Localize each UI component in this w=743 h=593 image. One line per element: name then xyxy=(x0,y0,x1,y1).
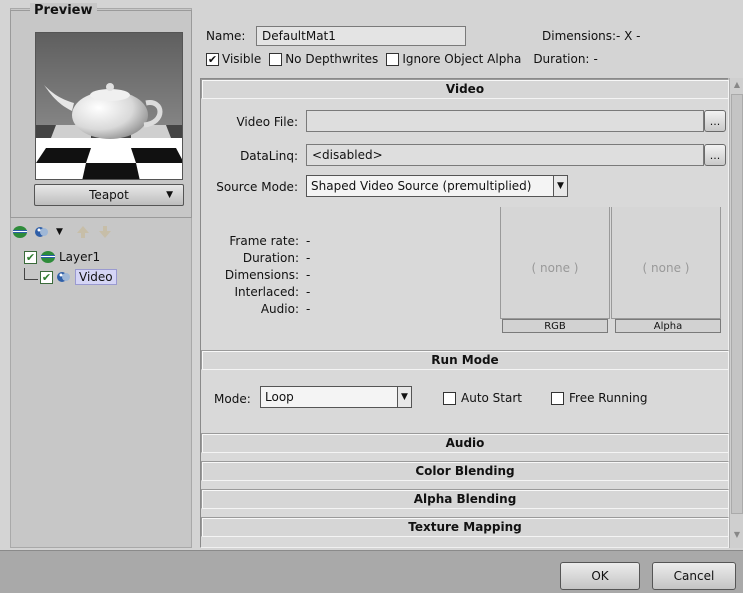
video-file-label: Video File: xyxy=(236,115,298,129)
add-media-icon[interactable] xyxy=(34,224,50,240)
tree-item-layer1[interactable]: ✔ Layer1 xyxy=(24,248,117,266)
preview-object-select-value: Teapot xyxy=(89,188,129,202)
material-preview-image[interactable] xyxy=(35,32,183,180)
header-options: ✔ Visible No Depthwrites Ignore Object A… xyxy=(206,52,598,66)
info-value: - xyxy=(306,251,311,265)
layer-tree: ✔ Layer1 ✔ Video xyxy=(24,248,117,286)
section-header-video[interactable]: Video xyxy=(201,79,729,99)
alpha-caption: Alpha xyxy=(615,319,721,333)
info-label: Duration: xyxy=(242,251,299,265)
chevron-down-icon: ▼ xyxy=(553,176,567,196)
rgb-preview-box: ( none ) xyxy=(500,207,610,319)
layer-toolbar: ▼ xyxy=(12,222,113,242)
section-header-audio[interactable]: Audio xyxy=(201,433,729,453)
info-label: Frame rate: xyxy=(229,234,299,248)
visible-label: Visible xyxy=(222,52,262,66)
free-running-label: Free Running xyxy=(569,391,648,405)
section-header-alpha-blending[interactable]: Alpha Blending xyxy=(201,489,729,509)
browse-dataling-button[interactable]: ... xyxy=(704,144,726,166)
no-depthwrites-label: No Depthwrites xyxy=(285,52,379,66)
add-media-dropdown-icon[interactable]: ▼ xyxy=(56,227,63,237)
free-running-checkbox[interactable] xyxy=(551,391,564,405)
name-input[interactable]: DefaultMat1 xyxy=(256,26,466,46)
tree-connector xyxy=(24,268,38,280)
info-value: - xyxy=(306,268,311,282)
layer1-checkbox[interactable]: ✔ xyxy=(24,250,37,264)
source-mode-label: Source Mode: xyxy=(216,180,298,194)
tree-item-video-label: Video xyxy=(75,269,117,285)
info-row-audio: Audio: - xyxy=(206,302,321,319)
name-label: Name: xyxy=(206,29,246,43)
info-row-interlaced: Interlaced: - xyxy=(206,285,321,302)
video-file-input[interactable] xyxy=(306,110,704,132)
vertical-scrollbar[interactable]: ▲ ▼ xyxy=(729,78,743,548)
mode-select-value: Loop xyxy=(265,390,294,404)
info-value: - xyxy=(306,285,311,299)
mode-select[interactable]: Loop ▼ xyxy=(260,386,412,408)
ok-button-label: OK xyxy=(591,569,609,583)
info-row-duration: Duration: - xyxy=(206,251,321,268)
dimensions-value: - X - xyxy=(616,29,641,43)
ok-button[interactable]: OK xyxy=(560,562,640,590)
move-up-icon xyxy=(75,224,91,240)
source-mode-select[interactable]: Shaped Video Source (premultiplied) ▼ xyxy=(306,175,568,197)
alpha-preview-box: ( none ) xyxy=(611,207,721,319)
scrollbar-thumb[interactable] xyxy=(731,94,743,514)
info-label: Dimensions: xyxy=(224,268,299,282)
section-header-run-mode[interactable]: Run Mode xyxy=(201,350,729,370)
browse-video-file-label: ... xyxy=(709,114,721,128)
browse-video-file-button[interactable]: ... xyxy=(704,110,726,132)
scroll-down-icon[interactable]: ▼ xyxy=(731,530,743,542)
teapot-render xyxy=(36,33,182,179)
alpha-preview-empty-text: ( none ) xyxy=(642,261,690,275)
info-value: - xyxy=(306,234,311,248)
video-info-list: Frame rate: - Duration: - Dimensions: - … xyxy=(206,234,321,319)
move-down-icon xyxy=(97,224,113,240)
cancel-button-label: Cancel xyxy=(673,569,715,583)
ignore-object-alpha-checkbox[interactable] xyxy=(386,52,400,66)
scroll-up-icon[interactable]: ▲ xyxy=(731,80,743,92)
video-media-icon xyxy=(56,269,72,285)
info-row-dimensions: Dimensions: - xyxy=(206,268,321,285)
no-depthwrites-checkbox[interactable] xyxy=(269,52,283,66)
info-value: - xyxy=(306,302,311,316)
auto-start-label: Auto Start xyxy=(461,391,522,405)
cancel-button[interactable]: Cancel xyxy=(652,562,736,590)
info-row-frame-rate: Frame rate: - xyxy=(206,234,321,251)
chevron-down-icon: ▼ xyxy=(397,387,411,407)
preview-legend: Preview xyxy=(30,3,97,18)
source-mode-value: Shaped Video Source (premultiplied) xyxy=(311,179,532,193)
mode-label: Mode: xyxy=(214,392,251,406)
free-running-option: Free Running xyxy=(551,391,647,405)
dataling-input[interactable]: <disabled> xyxy=(306,144,704,166)
auto-start-checkbox[interactable] xyxy=(443,391,456,405)
video-checkbox[interactable]: ✔ xyxy=(40,270,53,284)
layer-icon xyxy=(40,249,56,265)
visible-checkbox[interactable]: ✔ xyxy=(206,52,219,66)
dataling-label: DataLinq: xyxy=(240,149,298,163)
info-label: Interlaced: xyxy=(234,285,300,299)
rgb-preview-empty-text: ( none ) xyxy=(531,261,579,275)
name-input-value: DefaultMat1 xyxy=(262,29,336,43)
ignore-object-alpha-label: Ignore Object Alpha xyxy=(402,52,522,66)
tree-item-layer1-label: Layer1 xyxy=(59,250,101,264)
add-layer-icon[interactable] xyxy=(12,224,28,240)
section-header-texture-mapping[interactable]: Texture Mapping xyxy=(201,517,729,537)
auto-start-option: Auto Start xyxy=(443,391,522,405)
rgb-caption: RGB xyxy=(502,319,608,333)
duration-label: Duration: xyxy=(533,52,590,66)
dataling-value: <disabled> xyxy=(312,148,383,162)
preview-object-select[interactable]: Teapot ▼ xyxy=(34,184,184,206)
chevron-down-icon: ▼ xyxy=(166,190,173,200)
duration-value: - xyxy=(593,52,598,66)
browse-dataling-label: ... xyxy=(709,148,721,162)
info-label: Audio: xyxy=(260,302,299,316)
dimensions-label: Dimensions: xyxy=(542,29,617,43)
section-header-color-blending[interactable]: Color Blending xyxy=(201,461,729,481)
tree-item-video[interactable]: ✔ Video xyxy=(24,268,117,286)
